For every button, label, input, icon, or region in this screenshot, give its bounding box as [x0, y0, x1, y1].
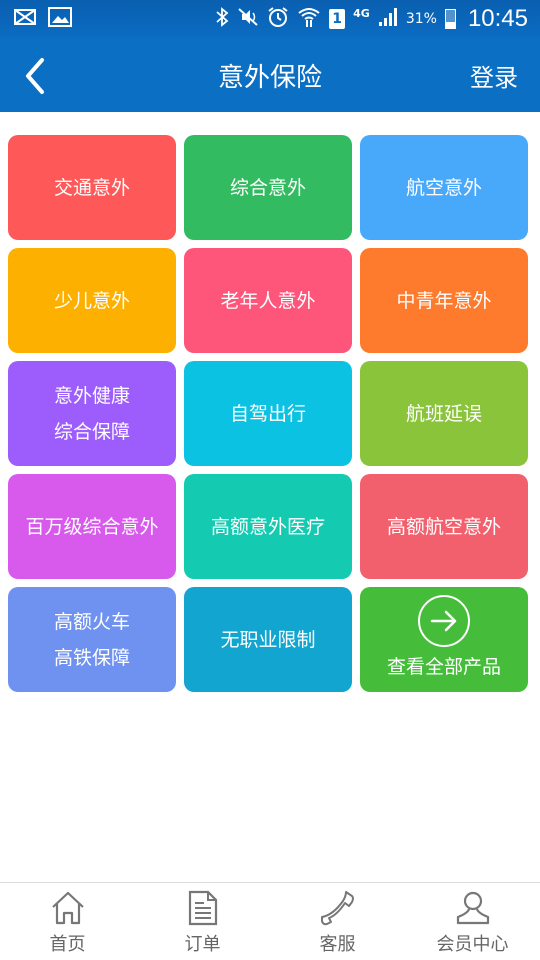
insurance-category-tile[interactable]: 无职业限制 [184, 587, 352, 692]
insurance-category-tile[interactable]: 意外健康 综合保障 [8, 361, 176, 466]
insurance-category-tile[interactable]: 高额火车 高铁保障 [8, 587, 176, 692]
wifi-icon [297, 6, 321, 32]
category-grid: 交通意外 综合意外 航空意外少儿意外 老年人意外 中青年意外意外健康综合保障 自驾出行 航班… [8, 135, 528, 692]
home-icon [51, 891, 84, 925]
insurance-category-tile[interactable]: 高额意外医疗 [184, 474, 352, 579]
status-bar: 1 4G 31% 10:45 [0, 0, 540, 38]
back-button[interactable] [18, 56, 52, 96]
tile-label: 百万级综合意外 [25, 515, 159, 538]
tab-service[interactable]: 客服 [270, 883, 405, 960]
insurance-category-tile[interactable]: 交通意外 [8, 135, 176, 240]
arrow-right-circle-icon [418, 594, 470, 647]
insurance-category-tile[interactable]: 航空意外 [360, 135, 528, 240]
mail-icon [14, 9, 36, 29]
tile-label: 航班延误 [405, 402, 482, 425]
insurance-category-tile[interactable]: 中青年意外 [360, 248, 528, 353]
network-type: 4G [353, 6, 370, 20]
insurance-category-tile[interactable]: 航班延误 [360, 361, 528, 466]
tile-label: 高额航空意外 [386, 515, 501, 538]
login-button[interactable]: 登录 [470, 58, 518, 93]
tab-label: 首页 [49, 934, 86, 955]
view-all-products-button[interactable]: 查看全部产品 [360, 587, 528, 692]
insurance-category-tile[interactable]: 高额航空意外 [360, 474, 528, 579]
insurance-category-tile[interactable]: 综合意外 [184, 135, 352, 240]
tile-label: 无职业限制 [220, 628, 316, 651]
bottom-tab-bar: 首页 订单 客服 会员中心 [0, 882, 540, 960]
app-bar: 意外保险 登录 [0, 38, 540, 112]
tile-label: 高铁保障 [53, 646, 130, 669]
insurance-category-tile[interactable]: 百万级综合意外 [8, 474, 176, 579]
tile-label: 综合意外 [229, 176, 306, 199]
clock: 10:45 [467, 5, 528, 32]
tab-label: 会员中心 [436, 934, 509, 955]
sim-icon: 1 [329, 9, 346, 29]
tile-label: 意外健康 [53, 384, 130, 407]
tab-label: 订单 [184, 934, 221, 955]
tab-label: 客服 [319, 934, 356, 955]
tile-label: 综合保障 [53, 420, 130, 443]
tile-label: 航空意外 [405, 176, 482, 199]
tile-label: 高额意外医疗 [210, 515, 325, 538]
document-icon [188, 890, 217, 926]
bluetooth-icon [215, 7, 229, 31]
tile-label: 老年人意外 [220, 289, 316, 312]
tile-label: 少儿意外 [53, 289, 130, 312]
insurance-category-tile[interactable]: 老年人意外 [184, 248, 352, 353]
tile-label: 中青年意外 [396, 289, 492, 312]
tile-label: 自驾出行 [229, 402, 306, 425]
chevron-left-icon [26, 58, 44, 94]
page-title: 意外保险 [217, 62, 322, 93]
tile-label: 高额火车 [53, 610, 130, 633]
battery-icon [444, 9, 456, 29]
image-icon [48, 7, 72, 31]
alarm-icon [267, 6, 289, 32]
insurance-category-tile[interactable]: 自驾出行 [184, 361, 352, 466]
mute-icon [237, 7, 259, 31]
tile-label: 交通意外 [53, 176, 130, 199]
battery-percent: 31% [405, 11, 437, 27]
user-icon [456, 891, 489, 925]
signal-icon [378, 7, 398, 31]
tile-label: 查看全部产品 [386, 655, 501, 678]
tab-member-center[interactable]: 会员中心 [405, 883, 540, 960]
tab-home[interactable]: 首页 [0, 883, 135, 960]
tab-orders[interactable]: 订单 [135, 883, 270, 960]
phone-icon [320, 891, 354, 926]
insurance-category-tile[interactable]: 少儿意外 [8, 248, 176, 353]
